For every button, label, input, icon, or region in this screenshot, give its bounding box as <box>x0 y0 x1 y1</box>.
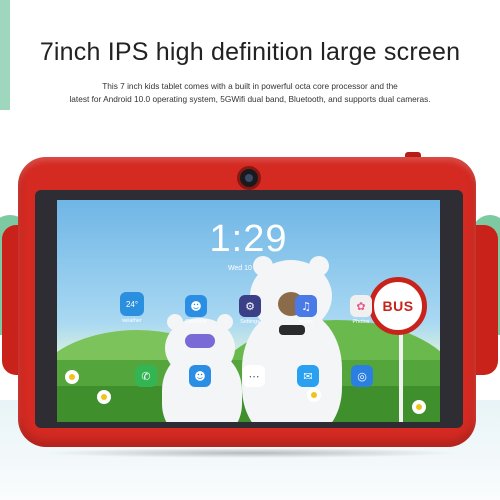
flower <box>65 370 79 384</box>
contacts-icon: ☻ <box>194 369 206 383</box>
photos-icon: ✿ <box>356 299 366 313</box>
weather-temperature: 24° <box>125 299 139 309</box>
app-drawer-button[interactable]: ⋯ <box>243 365 265 387</box>
description-line-1: This 7 inch kids tablet comes with a bui… <box>102 81 398 91</box>
flower <box>307 388 321 402</box>
phone-icon: ✆ <box>141 369 151 383</box>
music-app[interactable]: ♫ <box>295 295 317 317</box>
description: This 7 inch kids tablet comes with a bui… <box>40 80 460 106</box>
weather-widget[interactable]: 24° <box>120 292 144 316</box>
contacts-dock-app[interactable]: ☻ <box>189 365 211 387</box>
music-icon: ♫ <box>301 299 311 313</box>
bus-sign-pole <box>399 320 403 422</box>
tablet-shadow <box>40 448 460 458</box>
photos-app[interactable]: ✿ <box>350 295 372 317</box>
front-camera <box>240 169 258 187</box>
apps-grid-icon: ⋯ <box>248 369 260 383</box>
headline: 7inch IPS high definition large screen <box>39 38 461 66</box>
settings-icon: ⚙ <box>245 299 255 313</box>
bear-goggles <box>185 334 215 348</box>
bus-sign: BUS <box>369 277 427 335</box>
flower <box>412 400 426 414</box>
bow-tie <box>279 325 305 335</box>
phone-app[interactable]: ✆ <box>135 365 157 387</box>
flower <box>97 390 111 404</box>
browser-app[interactable]: ◎ <box>351 365 373 387</box>
messages-app[interactable]: ✉ <box>297 365 319 387</box>
description-line-2: latest for Android 10.0 operating system… <box>69 94 431 104</box>
contacts-label: Contacts <box>185 319 207 325</box>
settings-label: Settings <box>240 319 260 325</box>
browser-icon: ◎ <box>357 369 367 383</box>
settings-app[interactable]: ⚙ <box>239 295 261 317</box>
photos-label: Photos <box>352 319 370 325</box>
clock-time: 1:29 <box>209 218 288 260</box>
music-label: Music <box>298 319 314 325</box>
tablet-screen: 1:29 Wed 10 June BUS 24° weather ☻ Conta… <box>57 200 440 422</box>
contacts-app[interactable]: ☻ <box>185 295 207 317</box>
messages-icon: ✉ <box>303 369 313 383</box>
clock-date: Wed 10 June <box>227 265 270 272</box>
weather-label: weather <box>122 318 142 324</box>
contacts-icon: ☻ <box>190 299 202 313</box>
